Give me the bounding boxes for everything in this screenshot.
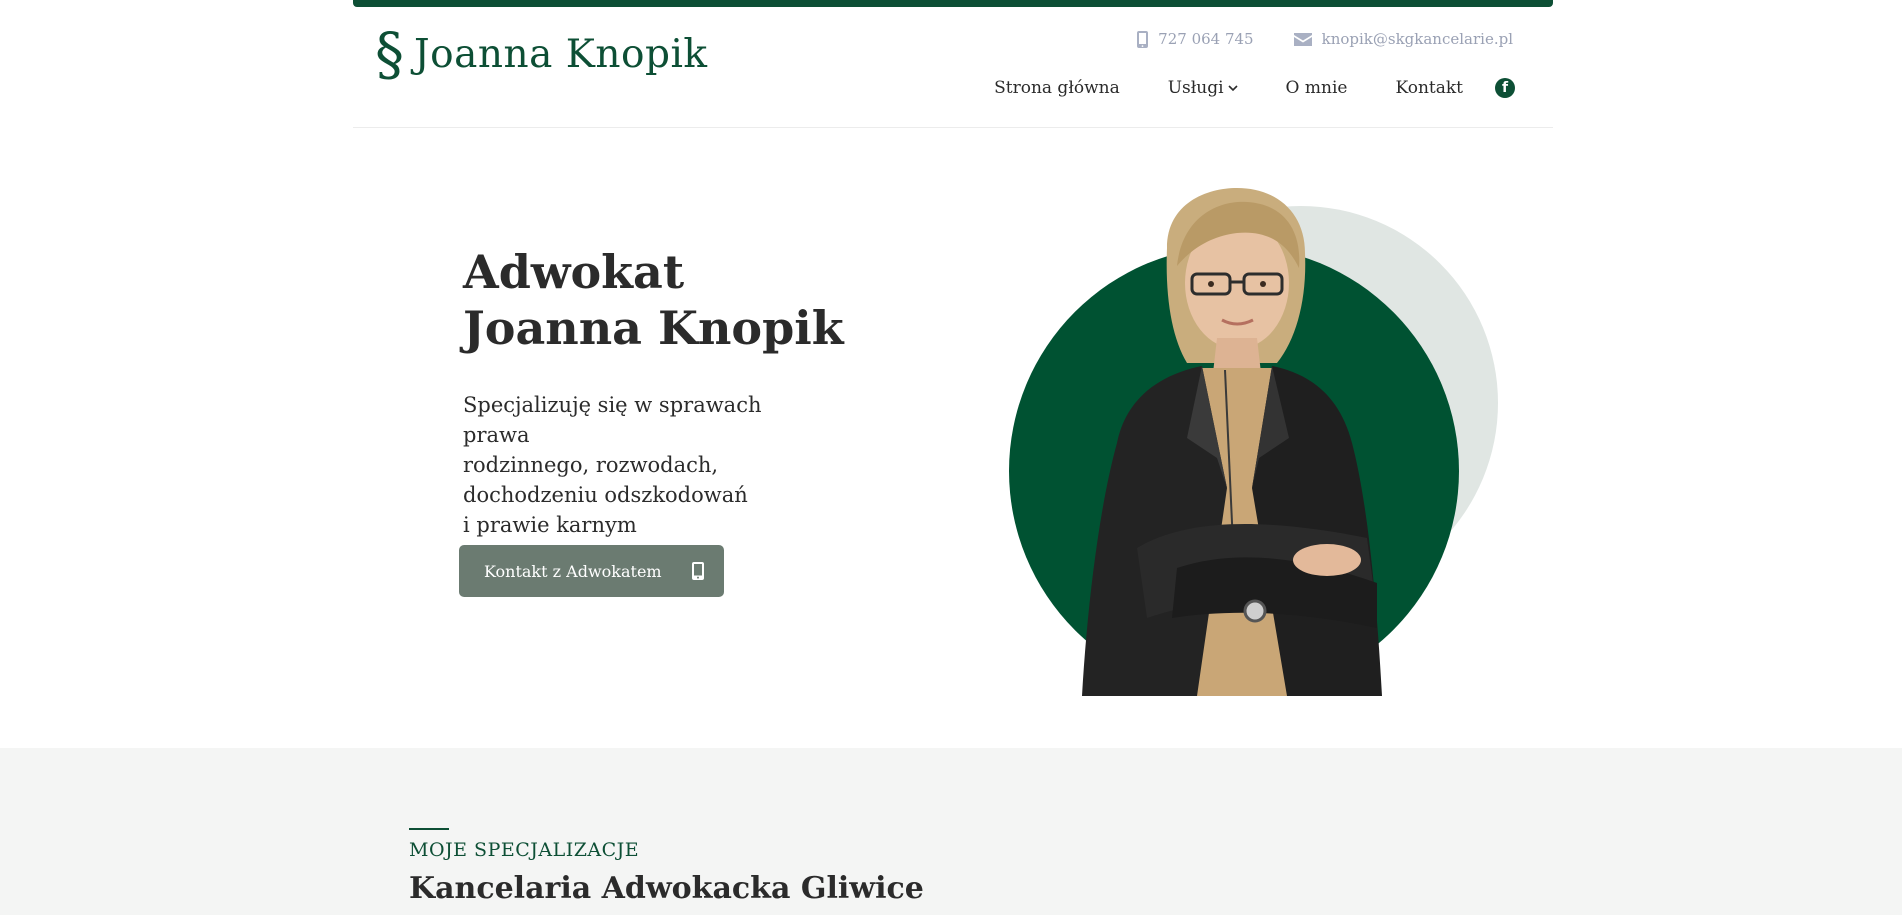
main-nav: Strona główna Usługi O mnie Kontakt f — [994, 78, 1515, 98]
hero-title-line-2: Joanna Knopik — [463, 301, 844, 355]
hero-subtitle-line: rodzinnego, rozwodach, — [463, 453, 719, 477]
contact-lawyer-button[interactable]: Kontakt z Adwokatem — [459, 545, 724, 597]
email-link[interactable]: knopik@skgkancelarie.pl — [1293, 30, 1513, 48]
mobile-phone-icon — [692, 562, 704, 580]
hero-title-line-1: Adwokat — [463, 245, 685, 299]
contact-lawyer-button-label: Kontakt z Adwokatem — [484, 561, 662, 581]
nav-item-label: Usługi — [1167, 78, 1224, 98]
header-contact-info: 727 064 745 knopik@skgkancelarie.pl — [1137, 30, 1513, 48]
hero-subtitle-line: dochodzeniu odszkodowań — [463, 483, 748, 507]
hero-subtitle-line: Specjalizuję się w sprawach prawa — [463, 393, 762, 447]
hero-subtitle: Specjalizuję się w sprawach prawa rodzin… — [463, 390, 823, 540]
logo-text: Joanna Knopik — [414, 31, 708, 77]
envelope-icon — [1293, 32, 1312, 46]
phone-link[interactable]: 727 064 745 — [1137, 30, 1254, 48]
facebook-icon[interactable]: f — [1495, 78, 1515, 98]
section-divider-line — [409, 828, 449, 830]
section-eyebrow: MOJE SPECJALIZACJE — [409, 839, 640, 861]
lawyer-portrait-image — [1082, 188, 1382, 696]
site-header: § Joanna Knopik 727 064 745 knopik@skgka… — [353, 7, 1553, 128]
chevron-down-icon — [1227, 84, 1238, 91]
phone-number: 727 064 745 — [1158, 30, 1254, 48]
logo-section-sign-icon: § — [375, 20, 404, 88]
nav-item-label: Kontakt — [1395, 78, 1463, 98]
nav-item-about[interactable]: O mnie — [1286, 78, 1348, 98]
section-title: Kancelaria Adwokacka Gliwice — [409, 871, 924, 906]
nav-item-services[interactable]: Usługi — [1168, 78, 1238, 98]
hero-subtitle-line: i prawie karnym — [463, 513, 637, 537]
phone-icon — [1137, 30, 1149, 48]
nav-item-label: O mnie — [1285, 78, 1348, 98]
nav-item-contact[interactable]: Kontakt — [1395, 78, 1463, 98]
top-accent-bar — [353, 0, 1553, 7]
site-logo[interactable]: § Joanna Knopik — [375, 25, 708, 83]
nav-item-home[interactable]: Strona główna — [994, 78, 1120, 98]
email-address: knopik@skgkancelarie.pl — [1321, 30, 1513, 48]
specializations-section — [0, 748, 1902, 915]
hero-title: Adwokat Joanna Knopik — [463, 244, 844, 356]
nav-item-label: Strona główna — [994, 78, 1120, 98]
